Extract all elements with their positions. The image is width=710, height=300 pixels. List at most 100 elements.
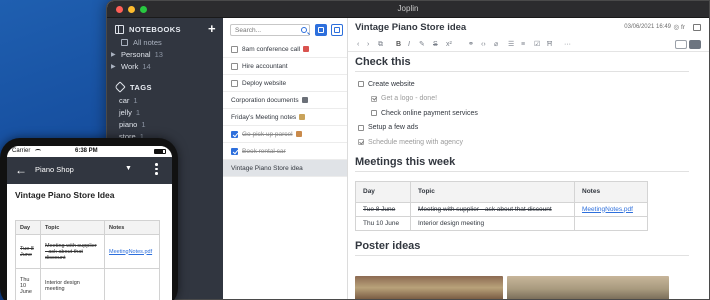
all-notes-icon bbox=[121, 38, 128, 46]
poster-image-1[interactable] bbox=[355, 276, 503, 299]
memo-emoji-icon bbox=[299, 114, 306, 120]
note-list: 8am conference call Hire accountant Depl… bbox=[223, 18, 348, 299]
chevron-right-icon[interactable]: ▶ bbox=[111, 63, 119, 70]
todo-checkbox[interactable] bbox=[358, 124, 364, 131]
clock: 6:38 PM bbox=[75, 148, 98, 154]
checklist-icon[interactable]: ☑ bbox=[534, 40, 540, 50]
sidebar-item-personal[interactable]: ▶ Personal 13 bbox=[107, 48, 223, 60]
bold-icon[interactable]: B bbox=[396, 40, 401, 50]
checklist-item: Schedule meeting with agency bbox=[355, 135, 709, 150]
search-icon[interactable] bbox=[301, 27, 307, 33]
language-selector[interactable]: ◎ fr bbox=[674, 23, 685, 31]
attachment-link[interactable]: MeetingNotes.pdf bbox=[574, 201, 648, 217]
todo-checkbox-checked[interactable] bbox=[358, 139, 364, 146]
mobile-phone: Carrier 6:38 PM ← Piano Shop ▼ Vintage P… bbox=[0, 138, 178, 300]
italic-icon[interactable]: I bbox=[408, 40, 410, 50]
code-icon[interactable]: ‹› bbox=[481, 40, 486, 50]
list-item[interactable]: Friday's Meeting notes bbox=[223, 109, 347, 126]
poster-image-2[interactable] bbox=[507, 276, 669, 299]
sidebar-item-all-notes[interactable]: All notes bbox=[107, 36, 223, 48]
checklist-item: Setup a few ads bbox=[355, 121, 709, 136]
attachment-link[interactable]: MeetingNotes.pdf bbox=[104, 234, 160, 269]
battery-icon bbox=[154, 149, 166, 154]
bullet-list-icon[interactable]: ☰ bbox=[508, 40, 514, 50]
editor-mode-button[interactable] bbox=[675, 40, 687, 49]
notebooks-header[interactable]: NOTEBOOKS + bbox=[107, 22, 223, 35]
new-note-button[interactable] bbox=[331, 24, 343, 36]
checklist-item: Check online payment services bbox=[355, 106, 709, 121]
editor-toolbar: ‹ › ⧉ B I ✎ S x² ⚭ ‹› ⌀ ☰ ≡ ☑ Ħ ··· bbox=[348, 38, 709, 52]
title-bar: Joplin bbox=[107, 1, 709, 18]
window-title: Joplin bbox=[397, 4, 419, 13]
back-arrow-icon[interactable]: ← bbox=[15, 162, 27, 178]
new-todo-button[interactable] bbox=[315, 24, 327, 36]
heading-icon[interactable]: Ħ bbox=[547, 40, 552, 50]
note-date: 03/06/2021 16:49 bbox=[624, 24, 671, 30]
heading-meetings: Meetings this week bbox=[355, 156, 689, 172]
add-notebook-button[interactable]: + bbox=[208, 22, 216, 35]
superscript-icon[interactable]: x² bbox=[446, 40, 452, 50]
list-item[interactable]: Deploy website bbox=[223, 75, 347, 92]
emoji-icon bbox=[303, 46, 310, 52]
chevron-right-icon[interactable]: ▶ bbox=[111, 51, 119, 58]
meetings-table: Day Topic Notes Tue 8 June Meeting with … bbox=[355, 180, 648, 231]
table-row: Thu 10 June Interior design meeting bbox=[355, 215, 648, 231]
sidebar-item-tag-car[interactable]: car 1 bbox=[107, 94, 223, 106]
phone-note-title: Vintage Piano Store Idea bbox=[15, 190, 115, 200]
heading-poster-ideas: Poster ideas bbox=[355, 240, 689, 256]
attach-icon[interactable]: ⌀ bbox=[494, 40, 498, 50]
document-emoji-icon bbox=[301, 97, 308, 103]
list-item[interactable]: 8am conference call bbox=[223, 41, 347, 58]
highlight-icon[interactable]: ✎ bbox=[419, 40, 425, 50]
list-item[interactable]: Book rental car bbox=[223, 143, 347, 160]
note-title[interactable]: Vintage Piano Store idea bbox=[355, 22, 466, 33]
numbered-list-icon[interactable]: ≡ bbox=[521, 40, 525, 50]
package-emoji-icon bbox=[295, 131, 302, 137]
note-editor: Vintage Piano Store idea 03/06/2021 16:4… bbox=[348, 18, 709, 299]
external-editor-icon[interactable]: ⧉ bbox=[378, 40, 383, 50]
search-input[interactable] bbox=[230, 24, 310, 36]
todo-checkbox[interactable] bbox=[358, 81, 364, 88]
table-header-row: Day Topic Notes bbox=[15, 220, 160, 235]
wifi-icon bbox=[35, 148, 41, 153]
checklist: Create website Get a logo - done! Check … bbox=[355, 77, 709, 150]
todo-checkbox[interactable] bbox=[231, 79, 238, 87]
toggle-layout-icon[interactable] bbox=[693, 24, 701, 31]
checklist-item: Create website bbox=[355, 77, 709, 92]
notebook-icon bbox=[115, 24, 124, 34]
todo-checkbox[interactable] bbox=[231, 45, 238, 53]
split-view-button[interactable] bbox=[689, 40, 701, 49]
link-icon[interactable]: ⚭ bbox=[468, 40, 474, 50]
dropdown-arrow-icon[interactable]: ▼ bbox=[125, 165, 132, 172]
tags-header[interactable]: TAGS bbox=[107, 81, 223, 93]
list-item[interactable]: Go pick up parcel bbox=[223, 126, 347, 143]
todo-checkbox-checked[interactable] bbox=[371, 95, 377, 102]
sidebar-item-tag-piano[interactable]: piano 1 bbox=[107, 118, 223, 130]
list-item[interactable]: Hire accountant bbox=[223, 58, 347, 75]
table-row: Tue 8 June Meeting with supplier - ask a… bbox=[15, 234, 160, 269]
strikethrough-icon[interactable]: S bbox=[433, 40, 438, 50]
forward-icon[interactable]: › bbox=[367, 40, 369, 50]
todo-checkbox[interactable] bbox=[231, 62, 238, 70]
desktop-window: Joplin NOTEBOOKS + All notes ▶ Personal … bbox=[106, 0, 710, 300]
more-icon[interactable]: ··· bbox=[564, 40, 571, 50]
checkbox-icon bbox=[318, 27, 324, 33]
table-row: Tue 8 June Meeting with supplier - ask a… bbox=[355, 201, 648, 217]
todo-checkbox-checked[interactable] bbox=[231, 130, 238, 138]
back-icon[interactable]: ‹ bbox=[357, 40, 359, 50]
sidebar-item-work[interactable]: ▶ Work 14 bbox=[107, 60, 223, 72]
list-item[interactable]: Corporation documents bbox=[223, 92, 347, 109]
carrier-label: Carrier bbox=[12, 148, 31, 154]
status-bar: Carrier 6:38 PM bbox=[7, 146, 172, 157]
app-bar: ← Piano Shop ▼ bbox=[7, 157, 172, 184]
more-options-icon[interactable] bbox=[155, 163, 158, 177]
notebook-name[interactable]: Piano Shop bbox=[35, 165, 74, 174]
todo-checkbox-checked[interactable] bbox=[231, 147, 238, 155]
list-item-selected[interactable]: Vintage Piano Store idea bbox=[223, 160, 347, 177]
table-row: Thu 10 June Interior design meeting bbox=[15, 268, 160, 300]
todo-checkbox[interactable] bbox=[371, 110, 377, 117]
tag-icon bbox=[114, 81, 126, 93]
sidebar-item-tag-jelly[interactable]: jelly 1 bbox=[107, 106, 223, 118]
phone-meetings-table: Day Topic Notes Tue 8 June Meeting with … bbox=[15, 220, 160, 300]
new-note-icon bbox=[334, 27, 340, 33]
